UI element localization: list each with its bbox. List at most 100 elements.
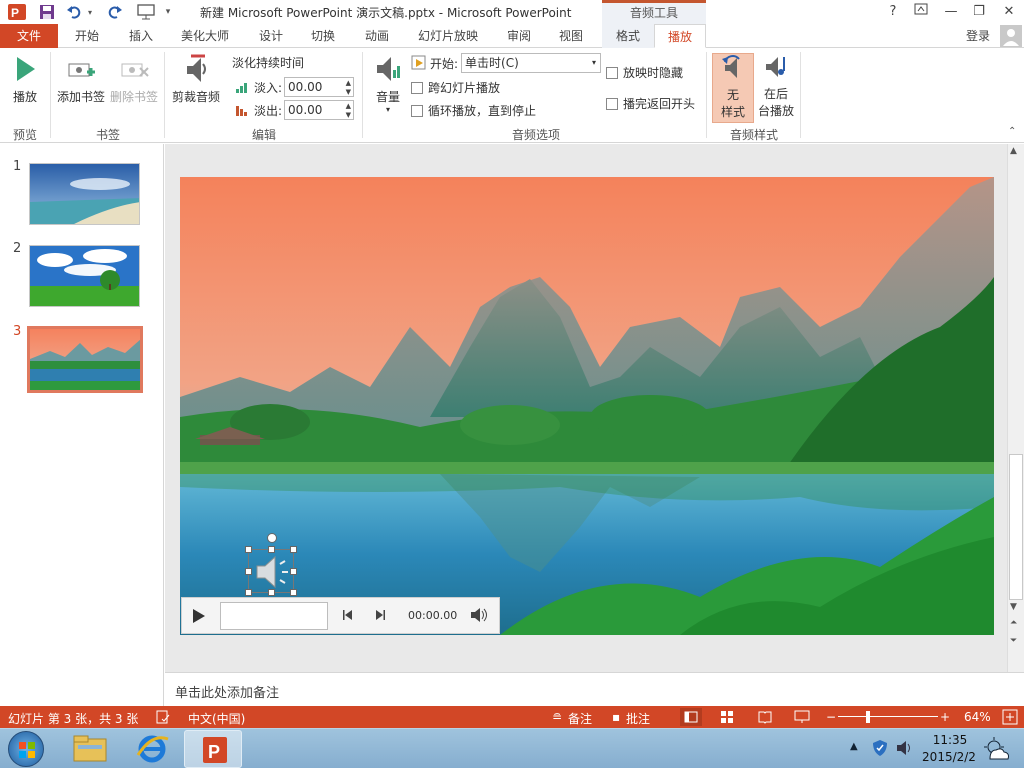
fade-out-spinner[interactable]: 00.00 ▲ ▼ — [284, 100, 355, 120]
remove-bookmark-button[interactable]: 删除书签 — [108, 54, 160, 105]
tab-animations[interactable]: 动画 — [354, 24, 400, 48]
vertical-scrollbar[interactable]: ▲ ▼ ⏶ ⏷ — [1007, 144, 1024, 672]
spell-check-icon[interactable] — [156, 710, 170, 727]
previous-slide-icon[interactable]: ⏶ — [1010, 618, 1017, 628]
speaker-volume-icon[interactable] — [896, 740, 914, 759]
media-volume-icon[interactable] — [470, 607, 488, 626]
play-across-slides-checkbox[interactable]: 跨幻灯片播放 — [411, 79, 500, 96]
security-shield-icon[interactable] — [872, 739, 888, 760]
reading-view-icon[interactable] — [758, 710, 772, 727]
rotate-handle-icon[interactable] — [267, 533, 277, 543]
media-step-forward-icon[interactable] — [374, 609, 386, 624]
next-slide-icon[interactable]: ⏷ — [1010, 636, 1017, 646]
clock-time[interactable]: 11:35 — [930, 733, 970, 747]
tab-file[interactable]: 文件 — [0, 24, 58, 48]
resize-handle[interactable] — [245, 589, 252, 596]
play-in-background-button[interactable]: 在后 台播放 — [756, 53, 796, 119]
undo-icon[interactable] — [64, 2, 84, 22]
notes-toggle-button[interactable]: 备注 — [568, 710, 592, 727]
zoom-level[interactable]: 64% — [964, 710, 991, 724]
hide-during-show-checkbox[interactable]: 放映时隐藏 — [606, 64, 683, 81]
media-step-back-icon[interactable] — [342, 609, 354, 624]
checkbox-icon — [606, 97, 618, 110]
media-play-icon[interactable] — [192, 608, 206, 627]
powerpoint-taskbar-button[interactable]: P — [184, 730, 242, 768]
fade-in-spinner[interactable]: 00.00 ▲ ▼ — [284, 77, 355, 97]
minimize-icon[interactable]: — — [938, 2, 964, 22]
show-hidden-icons-icon[interactable]: ▲ — [850, 741, 858, 752]
tab-transitions[interactable]: 切换 — [300, 24, 346, 48]
tab-format[interactable]: 格式 — [602, 24, 654, 48]
scroll-thumb[interactable] — [1009, 454, 1023, 600]
undo-dropdown-icon[interactable]: ▾ — [84, 2, 96, 22]
resize-handle[interactable] — [268, 546, 275, 553]
spin-down-icon[interactable]: ▼ — [346, 88, 351, 96]
normal-view-icon[interactable] — [680, 708, 702, 726]
slide-thumbnail-3[interactable] — [27, 326, 143, 393]
spin-up-icon[interactable]: ▲ — [346, 102, 351, 110]
weather-icon[interactable] — [982, 735, 1012, 766]
tab-home[interactable]: 开始 — [64, 24, 110, 48]
start-select[interactable]: 单击时(C) ▾ — [461, 53, 602, 73]
close-icon[interactable]: ✕ — [996, 2, 1022, 22]
volume-button[interactable]: 音量 ▾ — [370, 54, 406, 114]
slideshow-view-icon[interactable] — [794, 710, 810, 727]
scroll-down-icon[interactable]: ▼ — [1010, 602, 1017, 612]
resize-handle[interactable] — [245, 568, 252, 575]
resize-handle[interactable] — [290, 546, 297, 553]
restore-icon[interactable]: ❐ — [966, 2, 992, 22]
rewind-after-playing-checkbox[interactable]: 播完返回开头 — [606, 95, 695, 112]
resize-handle[interactable] — [290, 568, 297, 575]
context-group-audio-tools: 音频工具 — [602, 0, 706, 24]
tab-design[interactable]: 设计 — [248, 24, 294, 48]
redo-icon[interactable] — [104, 2, 126, 22]
current-slide[interactable] — [180, 177, 994, 635]
comment-icon[interactable]: ▪ — [612, 710, 620, 724]
help-button[interactable]: ? — [880, 2, 906, 22]
zoom-in-button[interactable]: + — [940, 710, 950, 724]
tab-view[interactable]: 视图 — [548, 24, 594, 48]
fit-slide-to-window-icon[interactable] — [1002, 709, 1018, 728]
resize-handle[interactable] — [290, 589, 297, 596]
add-bookmark-button[interactable]: 添加书签 — [56, 54, 106, 105]
tab-review[interactable]: 审阅 — [496, 24, 542, 48]
media-progress-bar[interactable] — [220, 602, 328, 630]
audio-object-selection[interactable] — [245, 533, 297, 596]
language-indicator[interactable]: 中文(中国) — [188, 710, 245, 727]
comments-toggle-button[interactable]: 批注 — [626, 710, 650, 727]
ribbon-display-options-icon[interactable] — [908, 2, 934, 22]
trim-audio-button[interactable]: 剪裁音频 — [170, 54, 222, 105]
resize-handle[interactable] — [245, 546, 252, 553]
tab-beautify[interactable]: 美化大师 — [172, 24, 238, 48]
spin-up-icon[interactable]: ▲ — [346, 79, 351, 87]
notes-pane[interactable]: 单击此处添加备注 — [165, 672, 1024, 706]
fade-out-row: 淡出: 00.00 ▲ ▼ — [236, 100, 355, 120]
collapse-ribbon-icon[interactable]: ⌃ — [1008, 126, 1016, 137]
zoom-slider-thumb[interactable] — [866, 711, 870, 723]
spin-down-icon[interactable]: ▼ — [346, 111, 351, 119]
slideshow-from-start-icon[interactable] — [134, 2, 158, 22]
start-button[interactable] — [8, 731, 44, 767]
save-icon[interactable] — [36, 2, 58, 22]
slide-thumbnail-2[interactable] — [29, 245, 140, 307]
tab-playback[interactable]: 播放 — [654, 24, 706, 48]
customize-toolbar-icon[interactable]: ▾ — [162, 2, 174, 22]
clock-date[interactable]: 2015/2/2 — [922, 750, 976, 764]
internet-explorer-taskbar-icon[interactable] — [132, 733, 172, 765]
user-avatar-icon[interactable] — [1000, 25, 1022, 47]
scroll-up-icon[interactable]: ▲ — [1010, 146, 1017, 156]
no-style-button[interactable]: 无 样式 — [712, 53, 754, 123]
ribbon-tabs: 文件 开始 插入 美化大师 设计 切换 动画 幻灯片放映 审阅 视图 格式 播放… — [0, 24, 1024, 48]
zoom-slider[interactable] — [838, 716, 938, 717]
resize-handle[interactable] — [268, 589, 275, 596]
slide-sorter-view-icon[interactable] — [720, 710, 734, 727]
tab-slideshow[interactable]: 幻灯片放映 — [408, 24, 488, 48]
file-explorer-taskbar-icon[interactable] — [70, 733, 110, 765]
slide-thumbnail-1[interactable] — [29, 163, 140, 225]
zoom-out-button[interactable]: − — [826, 710, 836, 724]
tab-insert[interactable]: 插入 — [118, 24, 164, 48]
login-link[interactable]: 登录 — [960, 24, 996, 48]
loop-until-stopped-checkbox[interactable]: 循环播放，直到停止 — [411, 102, 536, 119]
play-button[interactable]: 播放 — [8, 54, 42, 105]
notes-toggle-icon[interactable]: ≘ — [552, 710, 562, 724]
